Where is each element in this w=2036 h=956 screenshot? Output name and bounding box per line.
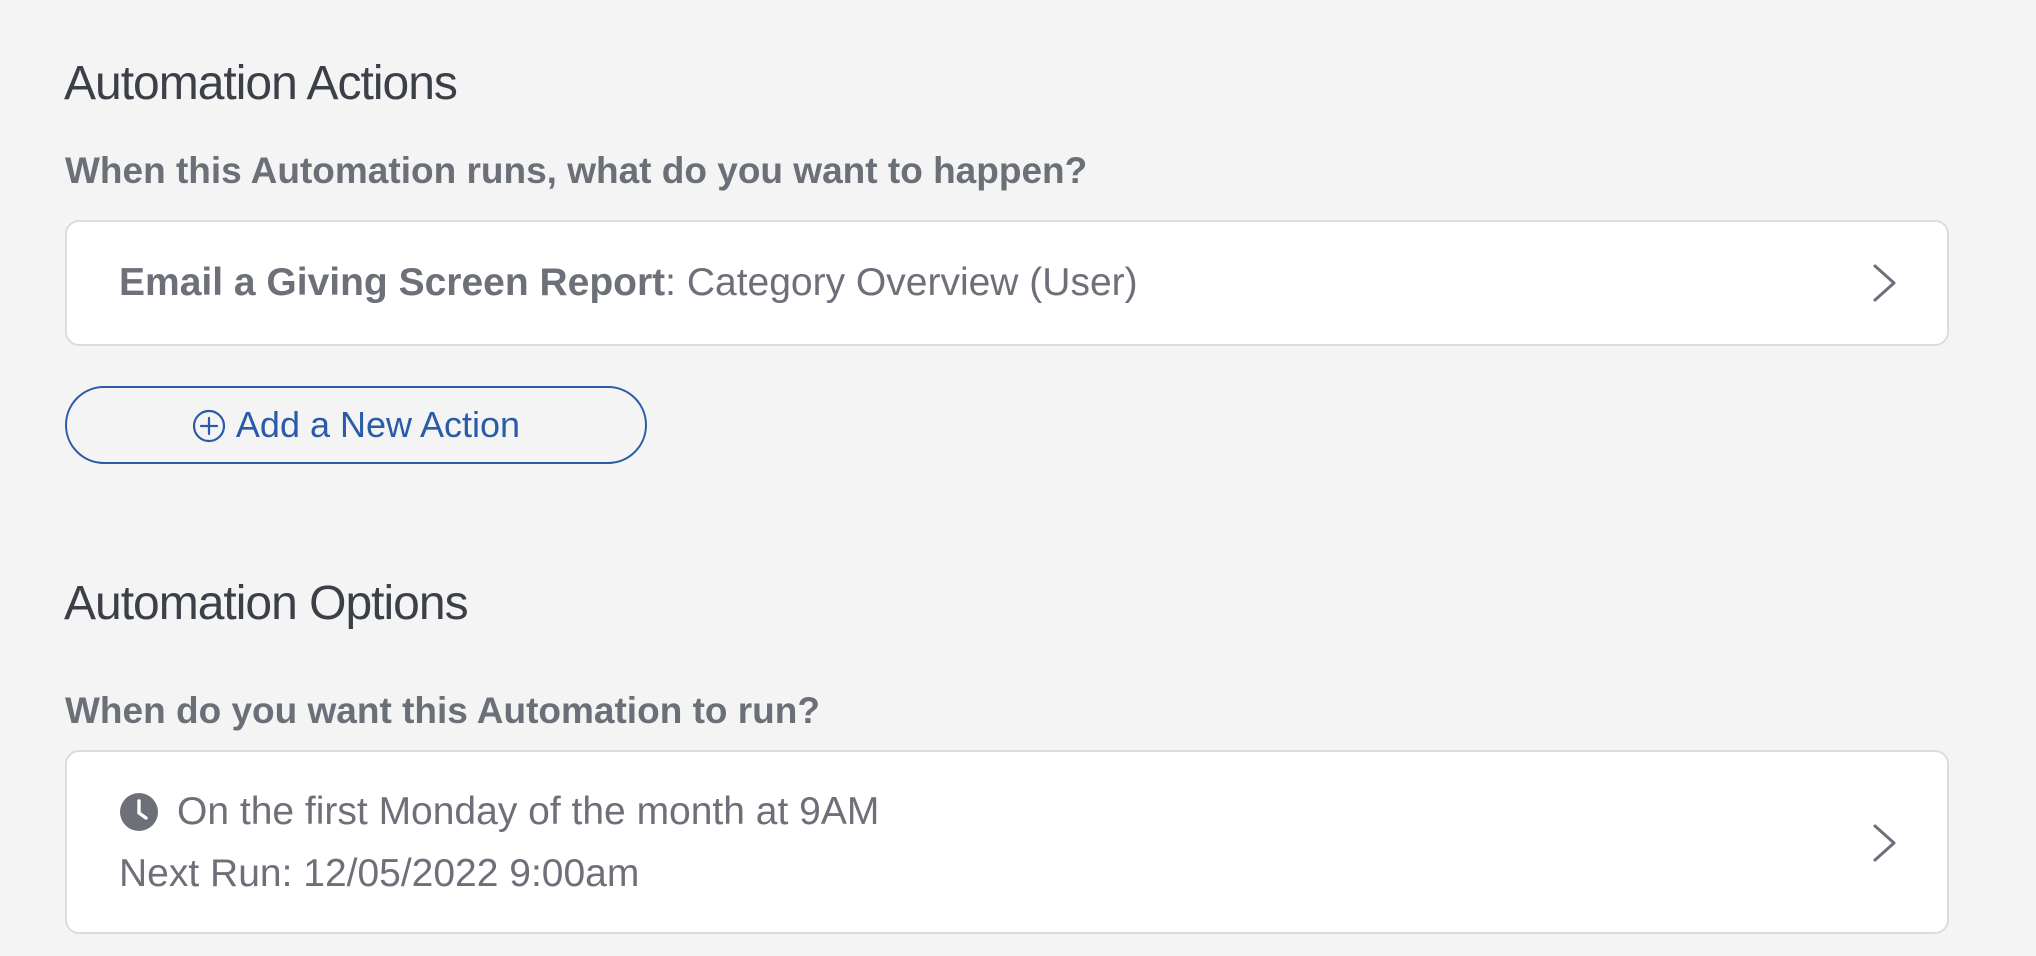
action-card-email-report[interactable]: Email a Giving Screen Report: Category O… [65,220,1949,346]
plus-circle-icon [192,409,226,443]
action-separator: : [665,261,687,304]
actions-question: When this Automation runs, what do you w… [65,150,1088,191]
next-run-line: Next Run: 12/05/2022 9:00am [119,852,639,896]
options-question: When do you want this Automation to run? [65,690,820,731]
schedule-card[interactable]: On the first Monday of the month at 9AM … [65,750,1949,934]
next-run-label: Next Run: [119,852,293,895]
add-new-action-button[interactable]: Add a New Action [65,386,647,464]
chevron-right-icon [1873,264,1896,302]
automation-actions-heading: Automation Actions [64,57,458,110]
schedule-line: On the first Monday of the month at 9AM [119,790,879,834]
action-detail-label: Category Overview (User) [686,261,1138,304]
schedule-description: On the first Monday of the month at 9AM [177,790,880,833]
action-type-label: Email a Giving Screen Report [119,261,666,304]
automation-options-heading: Automation Options [64,577,469,630]
chevron-right-icon [1873,824,1896,862]
clock-icon [120,793,158,831]
next-run-value: 12/05/2022 9:00am [303,852,640,895]
add-new-action-label: Add a New Action [235,404,521,445]
action-card-text: Email a Giving Screen Report: Category O… [119,261,1138,305]
automation-page: Automation Actions When this Automation … [0,0,2036,956]
